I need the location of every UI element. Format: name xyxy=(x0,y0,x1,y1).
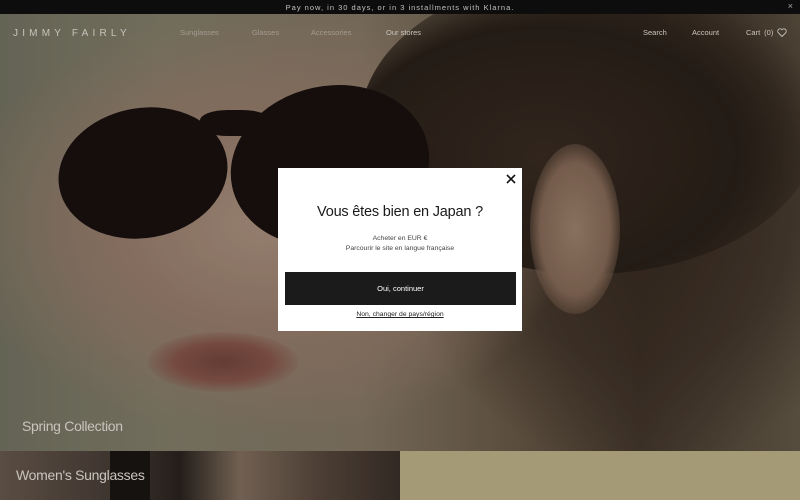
modal-title: Vous êtes bien en Japan ? xyxy=(317,204,483,220)
country-modal: Vous êtes bien en Japan ? Acheter en EUR… xyxy=(278,168,522,331)
change-country-link[interactable]: Non, changer de pays/région xyxy=(278,311,522,318)
page: Pay now, in 30 days, or in 3 installment… xyxy=(0,0,800,500)
language-text: Parcourir le site en langue française xyxy=(345,245,455,252)
continue-button[interactable]: Oui, continuer xyxy=(285,272,516,305)
close-icon[interactable] xyxy=(506,174,516,184)
currency-text: Acheter en EUR € xyxy=(372,235,428,242)
